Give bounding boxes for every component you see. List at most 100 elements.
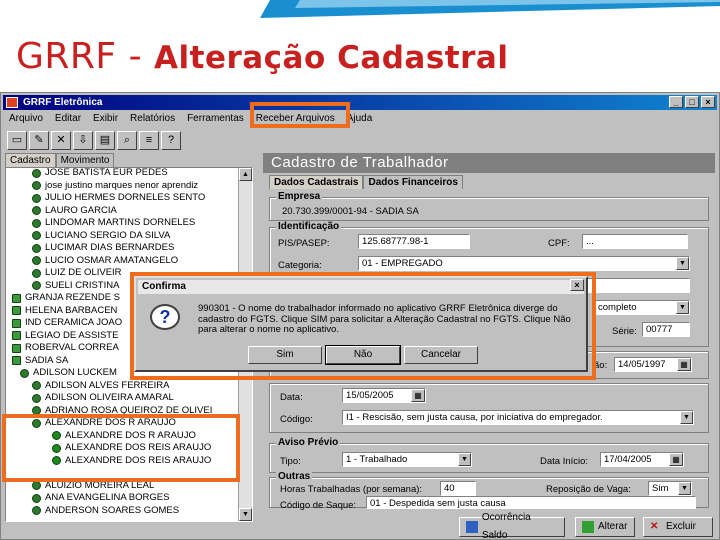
chevron-down-icon[interactable]: ▼: [458, 453, 471, 466]
help-icon[interactable]: ?: [161, 130, 181, 150]
tree-item[interactable]: ROBERVAL CORREA: [12, 342, 119, 355]
tree-item[interactable]: HELENA BARBACEN: [12, 305, 117, 318]
data-inicio-label: Data Início:: [540, 456, 589, 467]
delete-icon[interactable]: ✕: [51, 130, 71, 150]
tree-item[interactable]: ADILSON OLIVEIRA AMARAL: [32, 392, 174, 405]
codigo-select[interactable]: I1 - Rescisão, sem justa causa, por inic…: [342, 410, 694, 425]
new-document-icon[interactable]: ▭: [7, 130, 27, 150]
tree-item[interactable]: SUELI CRISTINA: [32, 280, 119, 293]
tree-item[interactable]: LUCIO OSMAR AMATANGELO: [32, 255, 178, 268]
tab-movimento[interactable]: Movimento: [55, 153, 115, 167]
tree-item[interactable]: JULIO HERMES DORNELES SENTO: [32, 192, 205, 205]
horas-field[interactable]: 40: [440, 481, 476, 496]
tree-item[interactable]: LAURO GARCIA: [32, 205, 117, 218]
tipo-select[interactable]: 1 - Trabalhado ▼: [342, 452, 472, 467]
find-icon[interactable]: ⌕: [117, 130, 137, 150]
menu-editar[interactable]: Editar: [49, 111, 87, 127]
tree-item[interactable]: ADILSON ALVES FERREIRA: [32, 380, 169, 393]
tree-item[interactable]: SADIA SA: [12, 355, 68, 368]
cpf-field[interactable]: ...: [582, 234, 688, 249]
edit-icon: [582, 521, 594, 533]
print-icon[interactable]: ▤: [95, 130, 115, 150]
tree-item[interactable]: JOSE BATISTA EUR PEDES: [32, 168, 168, 180]
tree-item-label: IND CERAMICA JOAO: [25, 317, 123, 328]
chevron-down-icon[interactable]: ▼: [676, 301, 689, 314]
chevron-down-icon[interactable]: ▼: [680, 411, 693, 424]
worker-icon: [32, 268, 41, 278]
alterar-button[interactable]: Alterar: [575, 517, 635, 537]
window-title: GRRF Eletrônica: [23, 97, 103, 108]
edit-icon[interactable]: ✎: [29, 130, 49, 150]
tree-item-label: ANA EVANGELINA BORGES: [45, 492, 170, 503]
tree-item[interactable]: LINDOMAR MARTINS DORNELES: [32, 217, 195, 230]
codigo-saque-select[interactable]: 01 - Despedida sem justa causa: [366, 496, 696, 509]
codigo-saque-value: 01 - Despedida sem justa causa: [370, 498, 506, 509]
tree-item[interactable]: ANDERSON SOARES GOMES: [32, 505, 179, 518]
company-icon: [12, 331, 21, 341]
highlight-tree-entries: [2, 414, 240, 482]
instrucao-select[interactable]: completo ▼: [594, 300, 690, 315]
worker-icon: [32, 481, 41, 491]
tree-item[interactable]: LUCIMAR DIAS BERNARDES: [32, 242, 174, 255]
aviso-previo-label: Aviso Prévio: [276, 437, 341, 448]
tree-item[interactable]: IND CERAMICA JOAO: [12, 317, 122, 330]
chevron-down-icon[interactable]: ▼: [676, 257, 689, 270]
excluir-button[interactable]: ✕ Excluir: [643, 517, 713, 537]
tree-item-label: LUCIMAR DIAS BERNARDES: [45, 242, 175, 253]
serie-label: Série:: [612, 326, 637, 337]
close-button[interactable]: ×: [701, 96, 715, 108]
reposicao-select[interactable]: Sim ▼: [648, 481, 692, 496]
calendar-icon[interactable]: ▦: [669, 453, 683, 466]
delete-icon: ✕: [650, 521, 659, 532]
worker-icon: [32, 218, 41, 228]
maximize-button[interactable]: □: [685, 96, 699, 108]
pis-field[interactable]: 125.68777.98-1: [358, 234, 470, 249]
reposicao-value: Sim: [652, 483, 669, 494]
data-label: Data:: [280, 392, 303, 403]
minimize-button[interactable]: _: [669, 96, 683, 108]
left-tabs: Cadastro Movimento: [5, 153, 115, 167]
tree-item-label: LAURO GARCIA: [45, 204, 117, 216]
tipo-value: 1 - Trabalhado: [346, 454, 408, 465]
tab-dados-cadastrais[interactable]: Dados Cadastrais: [269, 175, 364, 189]
outras-group: Outras Horas Trabalhadas (por semana): 4…: [269, 471, 709, 511]
tree-item[interactable]: jose justino marques nenor aprendiz: [32, 180, 198, 193]
worker-icon: [32, 206, 41, 216]
tab-dados-financeiros[interactable]: Dados Financeiros: [363, 175, 463, 189]
ocorrencia-saldo-button[interactable]: Ocorrência Saldo: [459, 512, 565, 540]
worker-icon: [32, 181, 41, 191]
tree-item[interactable]: GRANJA REZENDE S: [12, 292, 120, 305]
admissao-date-field[interactable]: 14/05/1997 ▦: [614, 357, 692, 372]
data-date-field[interactable]: 15/05/2005 ▦: [342, 388, 426, 403]
admissao-value: 14/05/1997: [618, 359, 666, 370]
serie-field[interactable]: 00777: [642, 322, 690, 337]
menu-arquivo[interactable]: Arquivo: [3, 111, 49, 127]
calendar-icon[interactable]: ▦: [677, 358, 691, 371]
calendar-icon[interactable]: ▦: [411, 389, 425, 402]
ocorrencia-saldo-label: Ocorrência Saldo: [481, 512, 531, 540]
tree-item[interactable]: ADILSON LUCKEM: [20, 367, 117, 380]
tree-item[interactable]: ANA EVANGELINA BORGES: [32, 492, 169, 505]
tree-item-label: ROBERVAL CORREA: [25, 342, 119, 353]
tree-item[interactable]: LUIZ DE OLIVEIR: [32, 267, 122, 280]
company-icon: [12, 318, 21, 328]
highlight-receber-arquivos: [250, 102, 350, 128]
tree-item-label: ANDERSON SOARES GOMES: [45, 504, 180, 516]
menu-ferramentas[interactable]: Ferramentas: [181, 111, 250, 127]
scroll-down-icon[interactable]: ▼: [239, 508, 252, 521]
menu-exibir[interactable]: Exibir: [87, 111, 124, 127]
categoria-select[interactable]: 01 - EMPREGADO ▼: [358, 256, 690, 271]
tree-icon[interactable]: ≡: [139, 130, 159, 150]
import-icon[interactable]: ⇩: [73, 130, 93, 150]
outras-label: Outras: [276, 471, 313, 482]
data-inicio-date-field[interactable]: 17/04/2005 ▦: [600, 452, 684, 467]
tree-item[interactable]: LEGIAO DE ASSISTE: [12, 330, 118, 343]
identificacao-label: Identificação: [276, 221, 342, 232]
tree-item[interactable]: LUCIANO SERGIO DA SILVA: [32, 230, 170, 243]
menubar: Arquivo Editar Exibir Relatórios Ferrame…: [3, 111, 717, 127]
chevron-down-icon[interactable]: ▼: [678, 482, 691, 495]
tab-cadastro[interactable]: Cadastro: [5, 153, 56, 167]
categoria-label: Categoria:: [278, 260, 322, 271]
scroll-up-icon[interactable]: ▲: [239, 168, 252, 181]
menu-relatorios[interactable]: Relatórios: [124, 111, 181, 127]
